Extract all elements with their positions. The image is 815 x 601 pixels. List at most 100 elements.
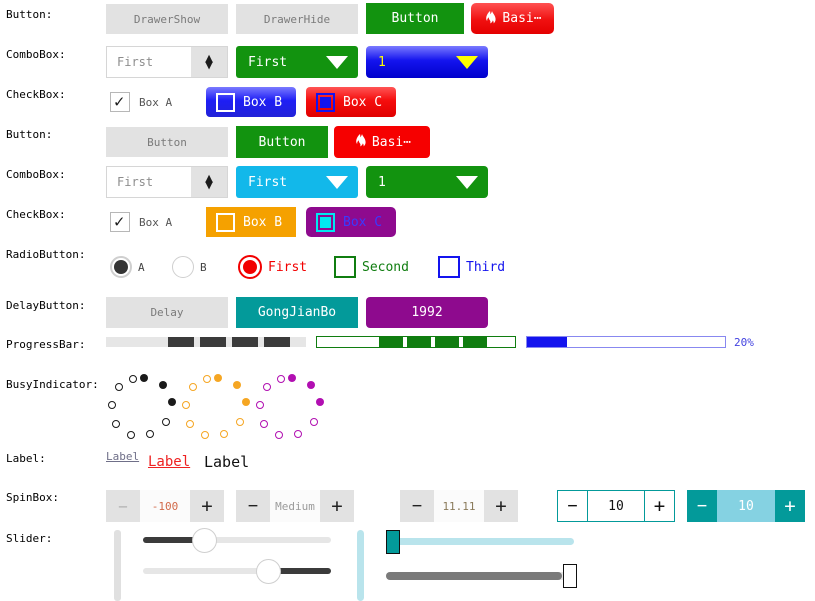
radio-second-label: Second (362, 259, 409, 275)
checkbox-box-b-2[interactable]: Box B (206, 207, 297, 237)
spinbox-plus-button[interactable]: + (775, 490, 805, 522)
combobox-cyan-2-value: First (248, 174, 288, 190)
busy-dot (220, 430, 228, 438)
spinbox-plus-button[interactable]: + (644, 491, 674, 521)
checkbox-box-a-1[interactable]: ✓ Box A (110, 89, 172, 115)
drawer-show-button-label: DrawerShow (133, 12, 201, 26)
green-button-2[interactable]: Button (236, 126, 328, 158)
spinbox-minus-100[interactable]: − -100 + (106, 490, 224, 522)
busy-dot (294, 430, 302, 438)
checkbox-inner-fill (320, 216, 331, 228)
combobox-plain-2-arrow-button[interactable]: ▲ ▼ (191, 167, 227, 197)
radio-b[interactable]: B (172, 256, 207, 278)
combobox-cyan-2[interactable]: First (236, 166, 358, 198)
spinbox-minus-button[interactable]: − (106, 490, 140, 522)
spinbox-value[interactable]: -100 (140, 490, 190, 522)
gongjianbo-button[interactable]: GongJianBo (236, 297, 358, 328)
spinbox-11-11[interactable]: − 11.11 + (400, 490, 518, 522)
combobox-plain-1-arrow-button[interactable]: ▲ ▼ (191, 47, 227, 77)
check-icon: ✓ (114, 212, 125, 232)
flame-icon (483, 10, 497, 27)
row-label-combobox-2: ComboBox: (6, 168, 66, 181)
busy-indicator-dark (108, 374, 180, 446)
checkbox-indicator-unchecked (216, 212, 235, 232)
busy-dot (310, 418, 318, 426)
progress-dash (379, 337, 403, 347)
combobox-green-2[interactable]: 1 (366, 166, 488, 198)
spinbox-teal-filled[interactable]: − 10 + (687, 490, 805, 522)
progress-dash (200, 337, 226, 347)
checkbox-box-c-1-label: Box C (343, 94, 383, 110)
combobox-plain-1[interactable]: First ▲ ▼ (106, 46, 228, 78)
radio-b-label: B (200, 260, 207, 274)
slider-handle-2[interactable] (256, 559, 281, 584)
checkbox-box-b-1-label: Box B (243, 94, 283, 110)
slider-horizontal-gray[interactable] (386, 572, 574, 580)
plain-button-2[interactable]: Button (106, 127, 228, 157)
radio-dot (114, 260, 128, 274)
slider-handle-gray[interactable] (563, 564, 577, 588)
label-black: Label (204, 453, 250, 471)
radio-third[interactable]: Third (438, 256, 505, 278)
busy-dot (115, 383, 123, 391)
checkbox-box-c-1[interactable]: Box C (306, 87, 397, 117)
spinbox-value[interactable]: Medium (270, 490, 320, 522)
spinbox-value[interactable]: 10 (588, 491, 644, 521)
progress-dash (168, 337, 194, 347)
busy-dot (214, 374, 222, 382)
spinbox-plus-button[interactable]: + (320, 490, 354, 522)
row-label-slider: Slider: (6, 532, 53, 545)
year-1992-button[interactable]: 1992 (366, 297, 488, 328)
green-button-2-label: Button (258, 134, 306, 150)
combobox-green-1-value: First (248, 54, 288, 70)
spinbox-medium[interactable]: − Medium + (236, 490, 354, 522)
spinbox-minus-button[interactable]: − (687, 490, 717, 522)
combobox-blue-1[interactable]: 1 (366, 46, 488, 78)
basic-button-2[interactable]: Basi⋯ (334, 126, 430, 158)
flame-icon (353, 134, 367, 150)
busy-dot (140, 374, 148, 382)
basic-button-2-label: Basi⋯ (371, 134, 412, 150)
drawer-show-button[interactable]: DrawerShow (106, 4, 228, 34)
label-small-gray: Label (106, 450, 140, 463)
spinbox-plus-button[interactable]: + (484, 490, 518, 522)
spinbox-minus-button[interactable]: − (400, 490, 434, 522)
progress-dash (435, 337, 459, 347)
spinbox-minus-button[interactable]: − (558, 491, 588, 521)
spinbox-teal-outline[interactable]: − 10 + (557, 490, 675, 522)
busy-dot (316, 398, 324, 406)
row-label-delaybutton: DelayButton: (6, 299, 86, 312)
busy-dot (260, 420, 268, 428)
row-label-checkbox-1: CheckBox: (6, 88, 66, 101)
slider-handle-teal[interactable] (386, 530, 400, 554)
drawer-hide-button-label: DrawerHide (263, 12, 331, 26)
slider-horizontal-1[interactable] (143, 537, 331, 543)
combobox-plain-2[interactable]: First ▲ ▼ (106, 166, 228, 198)
basic-button-1[interactable]: Basi⋯ (471, 3, 554, 34)
spinbox-minus-button[interactable]: − (236, 490, 270, 522)
slider-handle-1[interactable] (192, 528, 217, 553)
radio-first[interactable]: First (238, 255, 307, 279)
checkbox-box-b-1[interactable]: Box B (206, 87, 297, 117)
combobox-green-1[interactable]: First (236, 46, 358, 78)
delay-button[interactable]: Delay (106, 297, 228, 328)
busy-indicator-purple (256, 374, 328, 446)
radio-a[interactable]: A (110, 256, 145, 278)
green-button-1[interactable]: Button (366, 3, 464, 34)
checkbox-box-c-2[interactable]: Box C (306, 207, 397, 237)
slider-vertical-lightblue[interactable] (357, 530, 364, 601)
check-icon: ✓ (114, 92, 125, 112)
slider-horizontal-teal[interactable] (386, 538, 574, 545)
progress-dash (264, 337, 290, 347)
row-label-label: Label: (6, 452, 46, 465)
spinbox-value[interactable]: 10 (717, 490, 775, 522)
checkbox-box-a-2[interactable]: ✓ Box A (110, 209, 172, 235)
busy-dot (288, 374, 296, 382)
drawer-hide-button[interactable]: DrawerHide (236, 4, 358, 34)
spinbox-value[interactable]: 11.11 (434, 490, 484, 522)
radio-a-label: A (138, 260, 145, 274)
slider-horizontal-2[interactable] (143, 568, 331, 574)
slider-vertical-gray[interactable] (114, 530, 121, 601)
radio-second[interactable]: Second (334, 256, 409, 278)
spinbox-plus-button[interactable]: + (190, 490, 224, 522)
